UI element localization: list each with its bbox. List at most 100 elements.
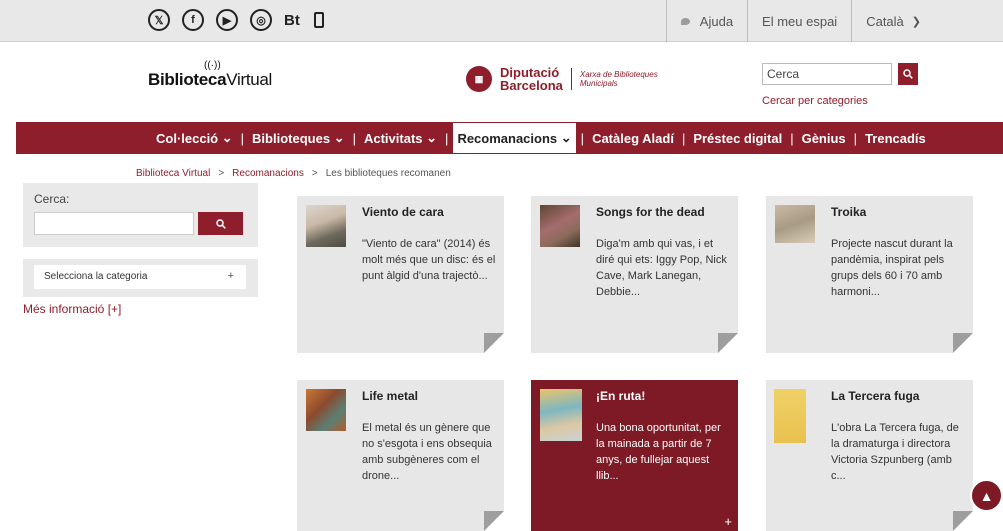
main-nav: Col·lecció ⌄ | Biblioteques ⌄ | Activita…	[16, 122, 1003, 154]
nav-item-genius[interactable]: Gènius	[798, 122, 850, 154]
sidebar-search-label: Cerca:	[34, 192, 70, 206]
chevron-down-icon: ⌄	[333, 130, 345, 145]
language-selector[interactable]: Català ❯	[851, 0, 935, 42]
breadcrumb-current: Les biblioteques recomanen	[325, 168, 451, 179]
recommendation-card[interactable]: Life metal El metal és un gènere que no …	[297, 380, 504, 531]
nav-label: Gènius	[801, 130, 846, 146]
nav-label: Biblioteques	[252, 130, 331, 146]
nav-label: Préstec digital	[693, 130, 783, 146]
folded-corner-icon	[484, 511, 504, 531]
cover-thumbnail	[306, 389, 346, 431]
chevron-down-icon: ⌄	[560, 130, 572, 145]
nav-item-cataleg-aladi[interactable]: Catàleg Aladí	[588, 122, 678, 154]
card-text: Una bona oportunitat, per la mainada a p…	[596, 422, 721, 482]
card-title: Songs for the dead	[596, 205, 705, 219]
sidebar-search-button[interactable]	[198, 212, 243, 235]
card-title: ¡En ruta!	[596, 389, 646, 403]
cover-thumbnail	[775, 205, 815, 243]
nav-separator: |	[790, 130, 794, 146]
search-icon	[903, 69, 913, 79]
nav-item-biblioteques[interactable]: Biblioteques ⌄	[248, 122, 349, 154]
scroll-to-top-button[interactable]: ▲	[970, 479, 1003, 512]
cover-thumbnail	[774, 389, 806, 443]
breadcrumb-section[interactable]: Recomanacions	[232, 168, 304, 179]
card-title: Troika	[831, 205, 867, 219]
logo-divider	[570, 68, 572, 90]
recommendation-card[interactable]: Songs for the dead Diga'm amb qui vas, i…	[531, 196, 738, 353]
plus-icon[interactable]: +	[724, 514, 732, 529]
nav-separator: |	[352, 130, 356, 146]
nav-separator: |	[853, 130, 858, 146]
my-space-link[interactable]: El meu espai	[747, 0, 851, 42]
nav-item-colleccio[interactable]: Col·lecció ⌄	[152, 122, 237, 154]
diputacio-line2: Barcelona	[500, 78, 563, 93]
cover-thumbnail	[540, 205, 580, 247]
category-select[interactable]: Selecciona la categoria +	[34, 265, 246, 289]
diputacio-shield-icon: ▦	[466, 66, 492, 92]
card-text: Projecte nascut durant la pandèmia, insp…	[831, 238, 953, 298]
folded-corner-icon	[484, 333, 504, 353]
mobile-icon[interactable]	[313, 12, 324, 28]
sidebar-search-input[interactable]	[34, 212, 194, 235]
chevron-down-icon: ❯	[911, 15, 921, 28]
language-label: Català	[866, 13, 904, 29]
my-space-label: El meu espai	[762, 13, 838, 29]
recommendation-card[interactable]: Troika Projecte nascut durant la pandèmi…	[766, 196, 973, 353]
nav-separator: |	[240, 130, 245, 146]
nav-item-recomanacions[interactable]: Recomanacions ⌄	[452, 122, 577, 154]
breadcrumb: Biblioteca Virtual > Recomanacions > Les…	[136, 168, 459, 179]
breadcrumb-home[interactable]: Biblioteca Virtual	[136, 168, 210, 179]
nav-separator: |	[681, 130, 686, 146]
header-search-button[interactable]	[898, 63, 918, 85]
xarxa-line1: Xarxa de Biblioteques	[579, 70, 658, 79]
chat-bubble-icon	[680, 17, 690, 25]
nav-label: Recomanacions	[457, 130, 558, 146]
recommendation-card[interactable]: La Tercera fuga L'obra La Tercera fuga, …	[766, 380, 973, 531]
youtube-icon[interactable]: ▶	[216, 9, 238, 31]
help-link[interactable]: Ajuda	[665, 0, 747, 42]
recommendation-card-hover[interactable]: ¡En ruta! Una bona oportunitat, per la m…	[531, 380, 738, 531]
xarxa-subtitle: Xarxa de Biblioteques Municipals	[580, 70, 658, 88]
social-links: 𝕏 f ▶ ◎ Bt	[148, 9, 336, 31]
triangle-up-icon: ▲	[979, 487, 994, 504]
card-title: Life metal	[362, 389, 419, 403]
folded-corner-icon	[953, 333, 973, 353]
logo-bold-text: Biblioteca	[148, 70, 227, 89]
nav-item-prestec-digital[interactable]: Préstec digital	[689, 122, 786, 154]
category-panel: Selecciona la categoria +	[23, 259, 258, 297]
card-text: Diga'm amb qui vas, i et diré qui ets: I…	[596, 238, 727, 298]
card-text: "Viento de cara" (2014) és molt més que …	[362, 238, 496, 282]
header-search-input[interactable]: Cerca	[762, 63, 892, 85]
breadcrumb-separator: >	[218, 168, 225, 179]
xarxa-line2: Municipals	[579, 79, 618, 88]
facebook-icon[interactable]: f	[182, 9, 204, 31]
logo-light-text: Virtual	[226, 70, 273, 89]
more-info-link[interactable]: Més informació [+]	[23, 302, 121, 316]
x-twitter-icon[interactable]: 𝕏	[148, 9, 170, 31]
nav-label: Trencadís	[865, 130, 926, 146]
search-icon	[215, 218, 226, 229]
utility-links: Ajuda El meu espai Català ❯	[665, 0, 935, 42]
recommendation-card[interactable]: Viento de cara "Viento de cara" (2014) é…	[297, 196, 504, 353]
sidebar-search-panel: Cerca:	[23, 183, 258, 247]
diputacio-name: Diputació Barcelona	[500, 66, 563, 92]
cover-thumbnail	[540, 389, 582, 441]
diputacio-logo[interactable]: ▦ Diputació Barcelona Xarxa de Biblioteq…	[466, 66, 658, 92]
chevron-down-icon: ⌄	[426, 130, 438, 145]
help-label: Ajuda	[699, 13, 734, 29]
card-text: L'obra La Tercera fuga, de la dramaturga…	[831, 422, 959, 482]
card-text: El metal és un gènere que no s'esgota i …	[362, 422, 492, 482]
instagram-icon[interactable]: ◎	[250, 9, 272, 31]
cover-thumbnail	[306, 205, 346, 247]
biblioteca-virtual-logo[interactable]: BibliotecaVirtual	[148, 70, 272, 90]
folded-corner-icon	[953, 511, 973, 531]
search-by-categories-link[interactable]: Cercar per categories	[762, 95, 868, 107]
nav-item-trencadis[interactable]: Trencadís	[861, 122, 930, 154]
top-utility-bar: 𝕏 f ▶ ◎ Bt Ajuda El meu espai Català ❯	[0, 0, 1003, 42]
card-title: La Tercera fuga	[831, 389, 920, 403]
breadcrumb-separator: >	[311, 168, 318, 179]
nav-separator: |	[445, 130, 449, 146]
chevron-down-icon: ⌄	[221, 130, 233, 145]
bt-icon[interactable]: Bt	[284, 9, 300, 31]
nav-item-activitats[interactable]: Activitats ⌄	[360, 122, 441, 154]
